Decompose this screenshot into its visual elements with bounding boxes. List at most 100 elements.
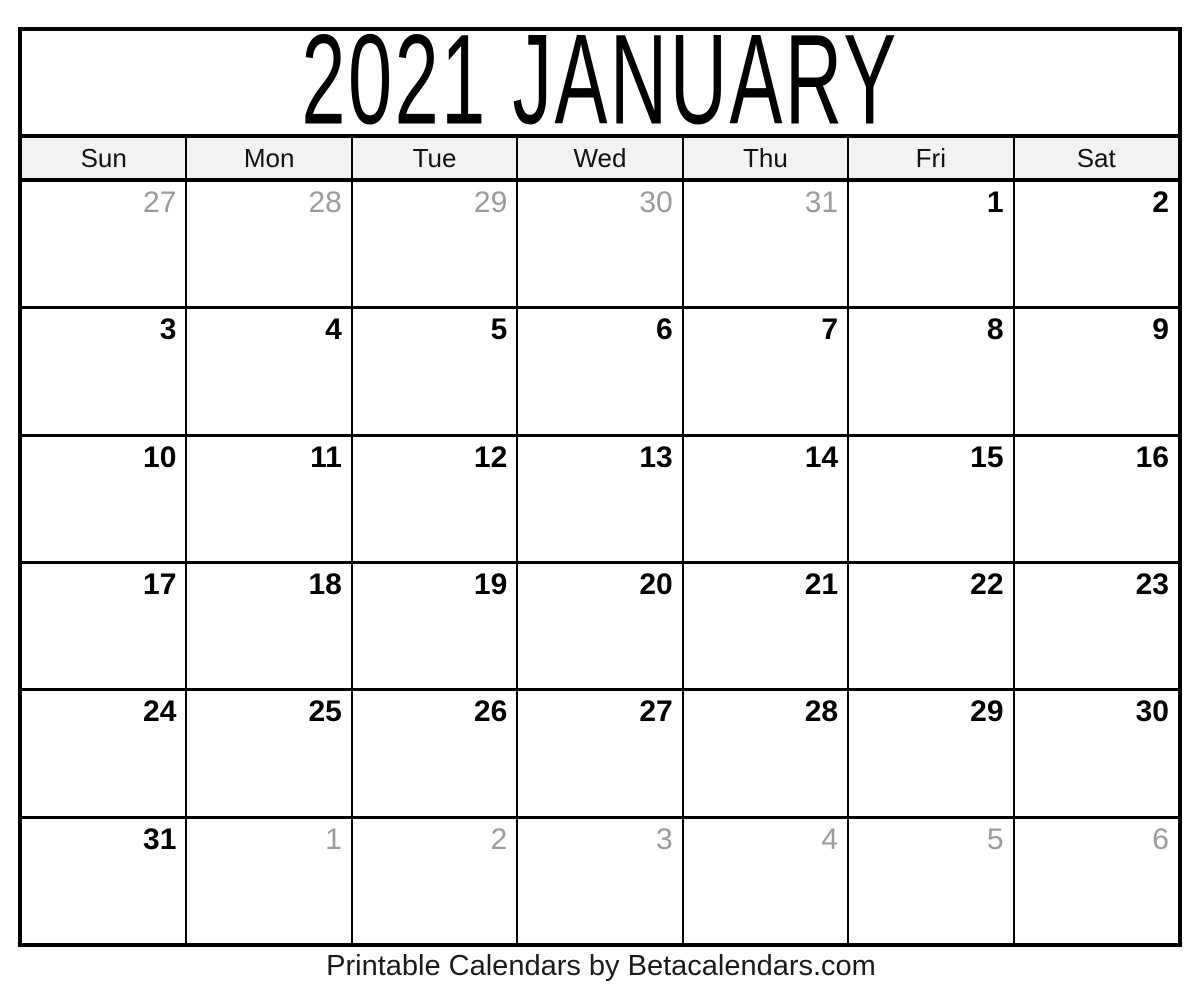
day-number: 20 [639, 567, 673, 601]
day-number: 31 [804, 186, 839, 219]
weekday-header-sat: Sat [1014, 138, 1178, 178]
day-number: 28 [308, 186, 342, 219]
day-cell[interactable]: 31 [22, 818, 188, 943]
day-number: 19 [473, 567, 508, 601]
day-cell[interactable]: 4 [187, 309, 353, 434]
day-number: 31 [143, 822, 177, 856]
day-cell[interactable]: 24 [22, 691, 188, 816]
day-cell[interactable]: 30 [518, 182, 684, 307]
day-number: 27 [639, 695, 673, 729]
day-number: 3 [656, 822, 673, 856]
day-number: 28 [804, 695, 839, 729]
day-number: 9 [1152, 313, 1169, 347]
day-number: 6 [1152, 822, 1169, 856]
day-cell[interactable]: 15 [849, 436, 1015, 561]
day-cell[interactable]: 3 [22, 309, 188, 434]
week-row: 24 25 26 27 28 29 30 [22, 691, 1178, 819]
footer-credit: Printable Calendars by Betacalendars.com [326, 950, 876, 982]
monthly-calendar: 2021 JANUARY Sun Mon Tue Wed Thu Fri Sat 27 28 2… [18, 27, 1182, 947]
day-cell[interactable]: 27 [518, 691, 684, 816]
day-cell[interactable]: 25 [187, 691, 353, 816]
day-number: 25 [308, 695, 342, 729]
day-number: 7 [821, 313, 839, 347]
day-cell[interactable]: 2 [352, 818, 519, 943]
day-number: 30 [1135, 695, 1169, 729]
weeks-grid: 27 28 29 30 31 1 2 3 4 5 6 7 8 9 10 11 12 13 14 15 16 17 18 19 2… [22, 182, 1178, 943]
day-number: 4 [821, 822, 839, 856]
day-cell[interactable]: 21 [683, 563, 850, 689]
day-number: 3 [159, 313, 177, 347]
day-cell[interactable]: 27 [22, 182, 188, 307]
day-number: 26 [473, 695, 508, 729]
day-number: 17 [143, 567, 177, 601]
week-row: 3 4 5 6 7 8 9 [22, 309, 1178, 437]
day-number: 1 [986, 186, 1004, 219]
day-number: 2 [490, 822, 508, 856]
day-number: 18 [308, 567, 342, 601]
day-cell[interactable]: 29 [849, 691, 1015, 816]
day-cell[interactable]: 28 [187, 182, 353, 307]
day-cell[interactable]: 3 [518, 818, 684, 943]
day-cell[interactable]: 7 [683, 309, 850, 434]
day-cell[interactable]: 2 [1014, 182, 1178, 307]
day-cell[interactable]: 13 [518, 436, 684, 561]
day-cell[interactable]: 18 [187, 563, 353, 689]
day-number: 13 [639, 440, 673, 474]
day-number: 5 [490, 313, 508, 347]
day-number: 15 [970, 440, 1004, 474]
day-number: 5 [986, 822, 1004, 856]
day-number: 1 [325, 822, 342, 856]
day-cell[interactable]: 20 [518, 563, 684, 689]
day-cell[interactable]: 8 [849, 309, 1015, 434]
day-number: 27 [143, 186, 177, 219]
day-number: 14 [804, 440, 839, 474]
day-number: 11 [310, 440, 342, 474]
day-number: 2 [1152, 186, 1169, 219]
day-cell[interactable]: 4 [683, 818, 850, 943]
day-cell[interactable]: 10 [22, 436, 188, 561]
day-cell[interactable]: 30 [1014, 691, 1178, 816]
day-cell[interactable]: 29 [352, 182, 519, 307]
day-number: 6 [656, 313, 673, 347]
week-row: 31 1 2 3 4 5 6 [22, 818, 1178, 943]
week-row: 27 28 29 30 31 1 2 [22, 182, 1178, 310]
day-cell[interactable]: 5 [849, 818, 1015, 943]
day-cell[interactable]: 14 [683, 436, 850, 561]
day-cell[interactable]: 17 [22, 563, 188, 689]
day-cell[interactable]: 22 [849, 563, 1015, 689]
day-cell[interactable]: 6 [1014, 818, 1178, 943]
day-number: 23 [1135, 567, 1169, 601]
day-number: 16 [1135, 440, 1169, 474]
weekday-header-fri: Fri [849, 138, 1015, 178]
day-number: 30 [639, 186, 673, 219]
day-number: 12 [473, 440, 508, 474]
day-number: 22 [970, 567, 1004, 601]
day-cell[interactable]: 5 [352, 309, 519, 434]
day-cell[interactable]: 31 [683, 182, 850, 307]
day-cell[interactable]: 28 [683, 691, 850, 816]
day-cell[interactable]: 9 [1014, 309, 1178, 434]
weekday-header-sun: Sun [22, 138, 188, 178]
day-cell[interactable]: 1 [849, 182, 1015, 307]
day-cell[interactable]: 23 [1014, 563, 1178, 689]
calendar-page: 2021 JANUARY Sun Mon Tue Wed Thu Fri Sat 27 28 2… [0, 0, 1202, 995]
calendar-title-banner: 2021 JANUARY [22, 31, 1178, 138]
day-number: 29 [473, 186, 508, 219]
day-cell[interactable]: 6 [518, 309, 684, 434]
day-number: 24 [143, 695, 177, 729]
day-cell[interactable]: 16 [1014, 436, 1178, 561]
weekday-header-wed: Wed [518, 138, 684, 178]
weekday-header-row: Sun Mon Tue Wed Thu Fri Sat [22, 138, 1178, 182]
day-number: 29 [970, 695, 1004, 729]
day-cell[interactable]: 19 [352, 563, 519, 689]
day-cell[interactable]: 12 [352, 436, 519, 561]
day-number: 4 [325, 313, 342, 347]
day-cell[interactable]: 1 [187, 818, 353, 943]
weekday-header-thu: Thu [683, 138, 850, 178]
week-row: 17 18 19 20 21 22 23 [22, 563, 1178, 692]
day-cell[interactable]: 11 [187, 436, 353, 561]
page-title: 2021 JANUARY [301, 31, 899, 138]
day-cell[interactable]: 26 [352, 691, 519, 816]
day-number: 10 [143, 440, 177, 474]
week-row: 10 11 12 13 14 15 16 [22, 436, 1178, 564]
